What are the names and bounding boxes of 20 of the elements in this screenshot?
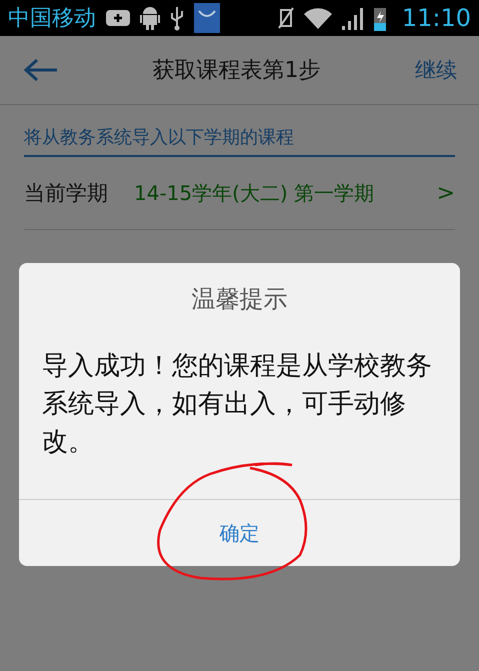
confirm-button[interactable]: 确定 (19, 499, 460, 566)
continue-link[interactable]: 继续 (415, 56, 457, 84)
page-title: 获取课程表第1步 (152, 57, 322, 85)
dialog-message: 导入成功！您的课程是从学校教务系统导入，如有出入，可手动修改。 (41, 350, 433, 459)
android-icon (140, 5, 160, 31)
carrier-name: 中国移动 (8, 5, 96, 33)
clock-time: 11:10 (402, 4, 471, 32)
back-arrow-icon[interactable] (24, 58, 58, 82)
dialog-title: 温馨提示 (190, 284, 288, 315)
term-value[interactable]: 14-15学年(大二) 第一学期 (134, 180, 411, 206)
chevron[interactable]: > (436, 180, 455, 206)
signal-icon (342, 6, 364, 30)
usb-icon (170, 5, 184, 31)
wifi-icon (304, 7, 332, 29)
notification-plus-icon (106, 8, 130, 28)
vibrate-off-icon (278, 6, 294, 30)
import-hint: 将从教务系统导入以下学期的课程 (24, 121, 455, 157)
term-label: 当前学期 (24, 180, 108, 207)
shopping-bag-icon (194, 3, 220, 33)
battery-icon (374, 5, 386, 31)
